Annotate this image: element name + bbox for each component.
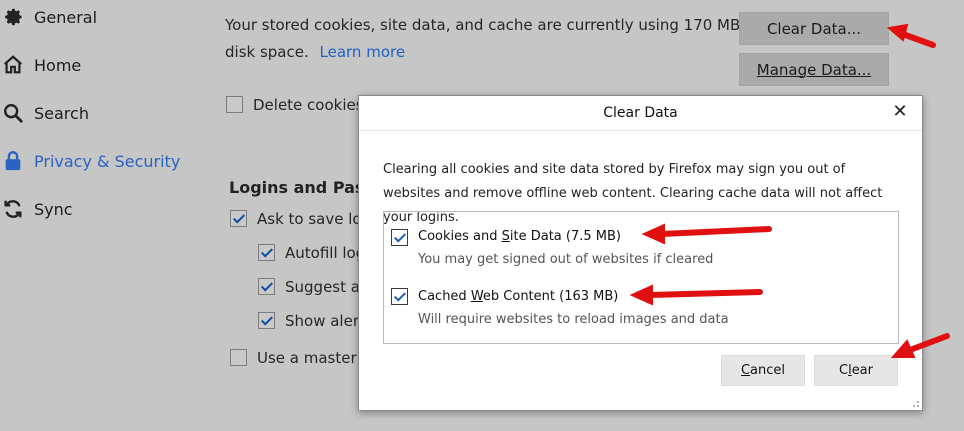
arrow-icon bbox=[886, 23, 936, 48]
arrow-icon bbox=[890, 333, 950, 358]
annotation-arrows bbox=[629, 23, 950, 358]
arrow-icon bbox=[629, 284, 763, 306]
arrow-icon bbox=[641, 223, 772, 245]
